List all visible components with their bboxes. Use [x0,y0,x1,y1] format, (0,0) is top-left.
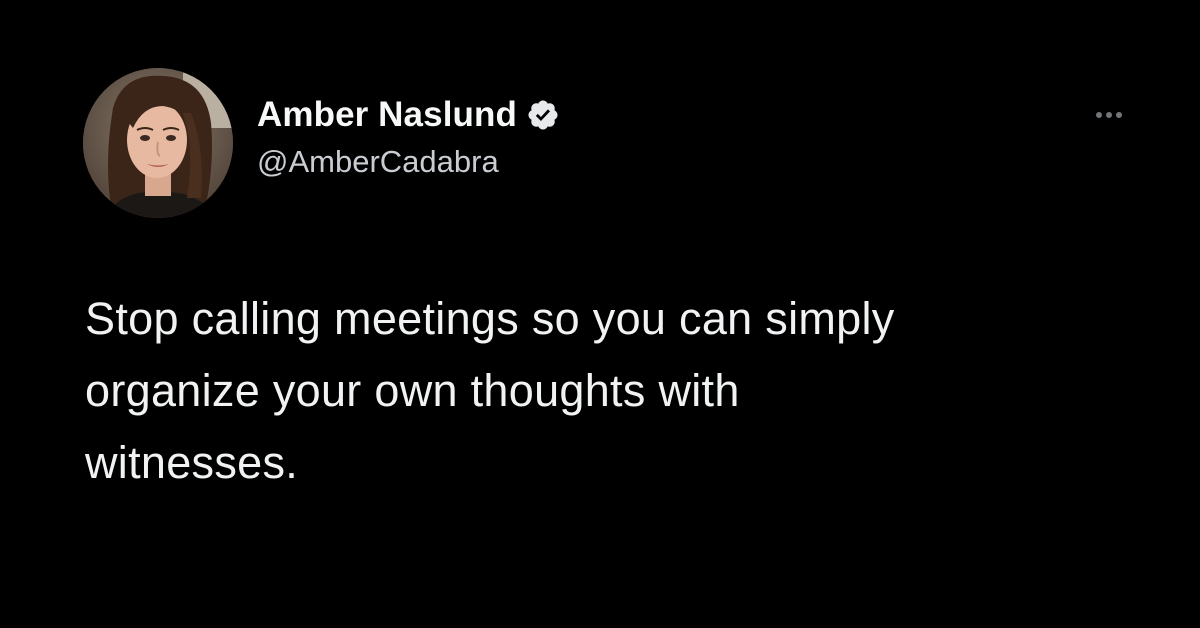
ellipsis-icon [1116,112,1122,118]
author-name-row: Amber Naslund [257,94,560,136]
author-display-name[interactable]: Amber Naslund [257,95,517,135]
ellipsis-icon [1096,112,1102,118]
ellipsis-icon [1106,112,1112,118]
author-info: Amber Naslund @AmberCadabra [257,94,560,184]
tweet-card: Amber Naslund @AmberCadabra Stop calling… [0,0,1200,628]
tweet-text: Stop calling meetings so you can simply … [85,293,895,488]
verified-badge-icon [526,98,560,132]
author-handle[interactable]: @AmberCadabra [257,144,560,180]
more-options-button[interactable] [1085,103,1133,127]
profile-photo-icon [83,68,233,218]
author-avatar[interactable] [83,68,233,218]
